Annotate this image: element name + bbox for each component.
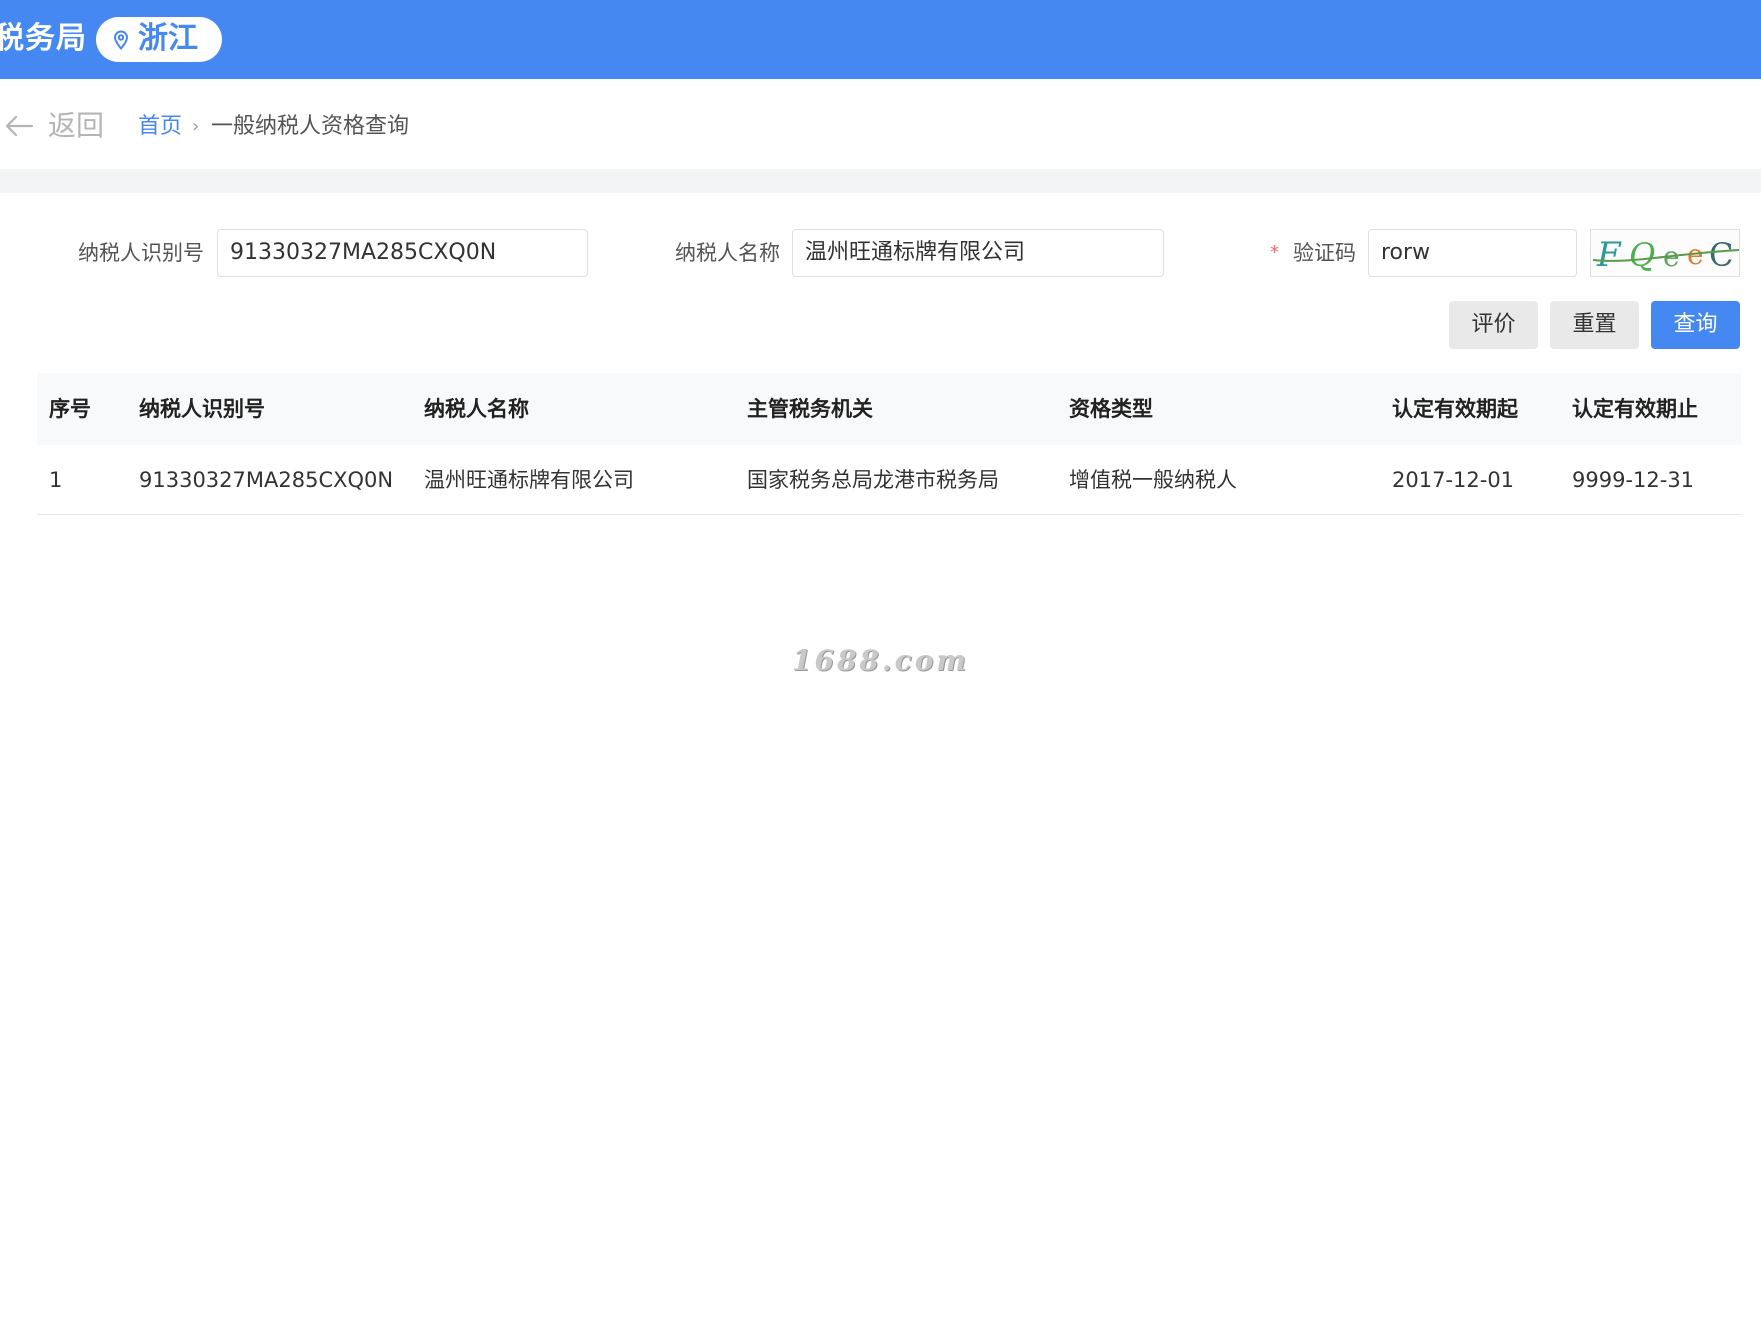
column-header-valid-from: 认定有效期起 <box>1392 397 1518 421</box>
query-button[interactable]: 查询 <box>1651 301 1740 349</box>
cell-valid-to: 9999-12-31 <box>1572 468 1695 492</box>
watermark: 1688.com <box>791 644 970 677</box>
captcha-image[interactable]: F Q e e C <box>1590 229 1740 277</box>
breadcrumb-home-link[interactable]: 首页 <box>138 112 182 142</box>
taxpayer-name-label: 纳税人名称 <box>675 241 780 265</box>
column-header-tax-authority: 主管税务机关 <box>747 397 873 421</box>
back-label: 返回 <box>48 109 105 142</box>
site-title: 税务局 <box>0 21 87 56</box>
cell-qualification-type: 增值税一般纳税人 <box>1069 468 1237 492</box>
top-header-bar: 税务局 浙江 <box>0 0 1761 79</box>
svg-text:F: F <box>1596 235 1622 275</box>
svg-text:C: C <box>1709 236 1733 274</box>
reset-button[interactable]: 重置 <box>1550 301 1639 349</box>
taxpayer-id-input[interactable]: 91330327MA285CXQ0N <box>217 229 588 277</box>
captcha-label: 验证码 <box>1293 241 1356 265</box>
section-divider <box>0 169 1761 193</box>
region-label: 浙江 <box>138 21 198 56</box>
breadcrumb-current-page: 一般纳税人资格查询 <box>211 114 410 139</box>
results-table: 序号 纳税人识别号 纳税人名称 主管税务机关 资格类型 认定有效期起 认定有效期… <box>37 373 1741 515</box>
breadcrumb: 返回 首页 › 一般纳税人资格查询 <box>0 79 1761 169</box>
cell-tax-authority: 国家税务总局龙港市税务局 <box>747 468 999 492</box>
taxpayer-id-label: 纳税人识别号 <box>78 241 204 265</box>
taxpayer-name-input[interactable]: 温州旺通标牌有限公司 <box>792 229 1164 277</box>
column-header-index: 序号 <box>49 397 91 421</box>
cell-valid-from: 2017-12-01 <box>1392 468 1515 492</box>
location-pin-icon <box>113 30 129 50</box>
cell-taxpayer-name: 温州旺通标牌有限公司 <box>424 468 634 492</box>
arrow-left-icon <box>5 115 34 137</box>
breadcrumb-separator: › <box>192 116 200 137</box>
cell-index: 1 <box>49 468 63 492</box>
evaluate-button[interactable]: 评价 <box>1449 301 1538 349</box>
column-header-taxpayer-id: 纳税人识别号 <box>139 397 265 421</box>
svg-text:Q: Q <box>1629 236 1655 274</box>
column-header-taxpayer-name: 纳税人名称 <box>424 397 529 421</box>
region-selector[interactable]: 浙江 <box>96 17 222 62</box>
column-header-qualification-type: 资格类型 <box>1069 397 1153 421</box>
column-header-valid-to: 认定有效期止 <box>1572 397 1698 421</box>
table-header-row: 序号 纳税人识别号 纳税人名称 主管税务机关 资格类型 认定有效期起 认定有效期… <box>37 373 1741 445</box>
table-row: 1 91330327MA285CXQ0N 温州旺通标牌有限公司 国家税务总局龙港… <box>37 445 1741 515</box>
cell-taxpayer-id: 91330327MA285CXQ0N <box>139 468 394 492</box>
captcha-graphic: F Q e e C <box>1592 235 1739 275</box>
required-asterisk: * <box>1270 242 1279 263</box>
captcha-input[interactable]: rorw <box>1368 229 1577 277</box>
